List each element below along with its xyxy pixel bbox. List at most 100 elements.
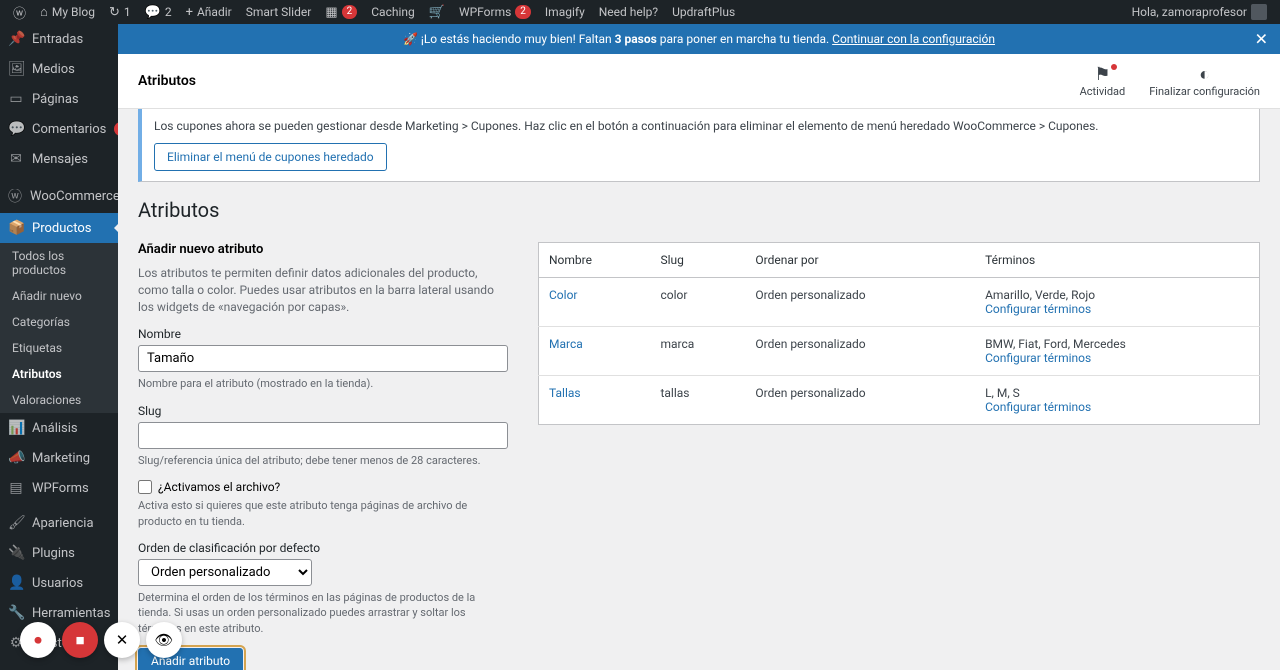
nombre-help: Nombre para el atributo (mostrado en la … [138,376,508,391]
yoast-bar-link[interactable]: ▦2 [320,0,362,24]
attr-slug: color [650,278,745,327]
visibility-button[interactable]: 👁 [146,622,182,658]
form-intro: Los atributos te permiten definir datos … [138,265,508,315]
configure-terms-link[interactable]: Configurar términos [985,400,1091,414]
archive-checkbox[interactable] [138,480,152,494]
smartslider-link[interactable]: Smart Slider [241,0,317,24]
progress-icon: ◐ [1199,64,1210,85]
menu-usuarios[interactable]: 👤Usuarios [0,568,118,598]
nombre-input[interactable] [138,345,508,372]
menu-mensajes[interactable]: ✉Mensajes [0,144,118,174]
comments-link[interactable]: 💬2 [140,0,177,24]
attr-order: Orden personalizado [745,376,975,425]
remove-legacy-coupons-button[interactable]: Eliminar el menú de cupones heredado [154,143,387,171]
user-icon: 👤 [8,575,24,591]
onboarding-banner: 🚀 ¡Lo estás haciendo muy bien! Faltan 3 … [118,24,1280,54]
attributes-table: Nombre Slug Ordenar por Términos Color c… [538,242,1260,425]
wpforms-bar-link[interactable]: WPForms2 [454,0,536,24]
home-icon: ⌂ [40,4,48,20]
attr-name-link[interactable]: Marca [549,337,583,351]
flag-icon: ⚑ [1094,64,1110,85]
menu-yoast[interactable]: ▦Yoast SEO2 [0,663,118,670]
menu-marketing[interactable]: 📣Marketing [0,443,118,473]
submenu-anadir[interactable]: Añadir nuevo [0,283,118,309]
menu-wpforms[interactable]: ▤WPForms [0,473,118,503]
table-row: Tallas tallas Orden personalizado L, M, … [539,376,1260,425]
submenu-valoraciones[interactable]: Valoraciones [0,387,118,413]
updates-link[interactable]: ↻1 [104,0,136,24]
account-link[interactable]: Hola, zamoraprofesor [1127,0,1272,24]
th-slug[interactable]: Slug [650,243,745,278]
menu-paginas[interactable]: ▭Páginas [0,84,118,114]
stop-button[interactable]: ■ [62,622,98,658]
slug-help: Slug/referencia única del atributo; debe… [138,453,508,468]
menu-medios[interactable]: 🖼Medios [0,54,118,84]
table-row: Color color Orden personalizado Amarillo… [539,278,1260,327]
submenu-categorias[interactable]: Categorías [0,309,118,335]
page-icon: ▭ [8,91,24,107]
avatar [1251,4,1267,20]
header-title: Atributos [138,73,196,89]
finish-setup-button[interactable]: ◐ Finalizar configuración [1149,64,1260,98]
orden-select[interactable]: Orden personalizado [138,559,312,586]
close-icon[interactable]: ✕ [1255,30,1268,49]
wordpress-icon: ⓦ [13,3,26,22]
menu-apariencia[interactable]: 🖌Apariencia [0,508,118,538]
pin-icon: 📌 [8,31,24,47]
th-nombre[interactable]: Nombre [539,243,651,278]
submenu-todos[interactable]: Todos los productos [0,243,118,283]
refresh-icon: ↻ [109,5,120,20]
banner-link[interactable]: Continuar con la configuración [832,32,995,46]
menu-plugins[interactable]: 🔌Plugins [0,538,118,568]
plus-icon: + [186,5,193,20]
cancel-button[interactable]: ✕ [104,622,140,658]
archive-label: ¿Activamos el archivo? [158,480,280,494]
menu-entradas[interactable]: 📌Entradas [0,24,118,54]
updraft-link[interactable]: UpdraftPlus [667,0,740,24]
menu-woocommerce[interactable]: ⓦWooCommerce [0,179,118,213]
brush-icon: 🖌 [8,515,24,531]
configure-terms-link[interactable]: Configurar términos [985,302,1091,316]
coupons-notice: Los cupones ahora se pueden gestionar de… [138,109,1260,182]
attr-terms: Amarillo, Verde, Rojo [985,288,1095,302]
add-new-link[interactable]: +Añadir [181,0,237,24]
attr-slug: tallas [650,376,745,425]
nombre-label: Nombre [138,327,508,341]
attr-order: Orden personalizado [745,278,975,327]
banner-text: 🚀 ¡Lo estás haciendo muy bien! Faltan 3 … [403,32,995,46]
menu-analisis[interactable]: 📊Análisis [0,413,118,443]
th-ordenar[interactable]: Ordenar por [745,243,975,278]
caching-link[interactable]: Caching [366,0,420,24]
cart-bar-link[interactable]: 🛒 [424,0,450,24]
attr-name-link[interactable]: Color [549,288,577,302]
slug-input[interactable] [138,422,508,449]
submenu-atributos[interactable]: Atributos [0,361,118,387]
help-link[interactable]: Need help? [594,0,663,24]
configure-terms-link[interactable]: Configurar términos [985,351,1091,365]
attr-name-link[interactable]: Tallas [549,386,581,400]
wrench-icon: 🔧 [8,605,24,621]
package-icon: 📦 [8,220,24,236]
th-terminos[interactable]: Términos [975,243,1259,278]
activity-button[interactable]: ⚑ Actividad [1080,64,1126,98]
recorder-toolbar: ⏺ ■ ✕ 👁 [20,622,182,658]
yoast-icon: ▦ [325,5,337,20]
site-link[interactable]: ⌂ My Blog [35,0,100,24]
orden-label: Orden de clasificación por defecto [138,541,508,555]
admin-sidebar: 📌Entradas 🖼Medios ▭Páginas 💬Comentarios2… [0,24,118,670]
comment-icon: 💬 [8,121,24,137]
slug-label: Slug [138,404,508,418]
chart-icon: 📊 [8,420,24,436]
page-title: Atributos [138,198,1260,222]
admin-bar: ⓦ ⌂ My Blog ↻1 💬2 +Añadir Smart Slider ▦2… [0,0,1280,24]
imagify-link[interactable]: Imagify [540,0,590,24]
woo-icon: ⓦ [8,186,22,206]
record-icon-button[interactable]: ⏺ [20,622,56,658]
menu-productos[interactable]: 📦Productos [0,213,118,243]
menu-comentarios[interactable]: 💬Comentarios2 [0,114,118,144]
site-name: My Blog [52,5,95,19]
add-attribute-form: Añadir nuevo atributo Los atributos te p… [138,242,508,670]
submenu-etiquetas[interactable]: Etiquetas [0,335,118,361]
wp-logo[interactable]: ⓦ [8,0,31,24]
media-icon: 🖼 [8,61,24,77]
